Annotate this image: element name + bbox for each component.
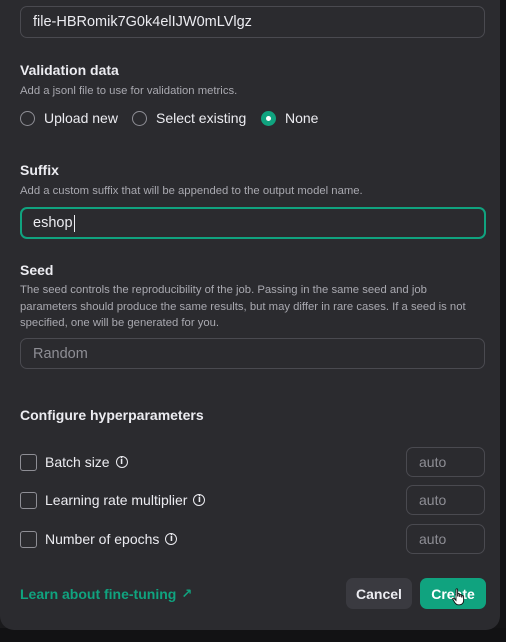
batch-size-label: Batch size	[45, 454, 110, 470]
epochs-checkbox[interactable]	[20, 530, 37, 548]
epochs-value: auto	[419, 531, 447, 547]
radio-label: Upload new	[44, 110, 118, 126]
radio-none[interactable]: None	[261, 110, 318, 126]
training-file-value: file-HBRomik7G0k4elIJW0mLVlgz	[33, 14, 252, 30]
seed-placeholder: Random	[33, 345, 88, 362]
epochs-input[interactable]: auto	[406, 524, 485, 554]
learn-fine-tuning-link[interactable]: Learn about fine-tuning ↗	[20, 586, 192, 602]
fine-tuning-modal: file-HBRomik7G0k4elIJW0mLVlgz Validation…	[0, 0, 500, 630]
radio-select-existing[interactable]: Select existing	[132, 110, 246, 126]
epochs-label: Number of epochs	[45, 531, 160, 547]
batch-size-checkbox[interactable]	[20, 453, 37, 471]
validation-title: Validation data	[20, 62, 119, 78]
hyperparameter-batch-size: Batch size i	[20, 452, 128, 472]
suffix-value: eshop	[33, 215, 73, 231]
external-link-arrow-icon: ↗	[181, 586, 193, 601]
learning-rate-input[interactable]: auto	[406, 485, 485, 515]
suffix-description: Add a custom suffix that will be appende…	[20, 185, 363, 197]
info-icon[interactable]: i	[193, 494, 206, 506]
learning-rate-label: Learning rate multiplier	[45, 492, 188, 508]
info-icon[interactable]: i	[165, 533, 178, 545]
learning-rate-value: auto	[419, 492, 447, 508]
background-bottom	[0, 628, 506, 642]
seed-title: Seed	[20, 262, 54, 278]
radio-upload-new[interactable]: Upload new	[20, 110, 118, 126]
radio-circle-selected	[261, 110, 276, 126]
hyperparameter-epochs: Number of epochs i	[20, 529, 178, 549]
batch-size-value: auto	[419, 454, 447, 470]
suffix-input[interactable]: eshop	[20, 207, 486, 239]
radio-label: None	[285, 110, 319, 126]
radio-circle	[132, 110, 147, 126]
learn-link-label: Learn about fine-tuning	[20, 586, 177, 602]
learning-rate-checkbox[interactable]	[20, 491, 37, 509]
hyperparameter-learning-rate: Learning rate multiplier i	[20, 490, 206, 510]
cancel-button[interactable]: Cancel	[346, 578, 412, 609]
seed-description: The seed controls the reproducibility of…	[20, 284, 466, 329]
radio-circle	[20, 110, 35, 126]
training-file-field[interactable]: file-HBRomik7G0k4elIJW0mLVlgz	[20, 6, 485, 38]
hand-pointer-cursor-icon	[452, 588, 465, 606]
hyperparameters-title: Configure hyperparameters	[20, 407, 204, 423]
validation-description: Add a jsonl file to use for validation m…	[20, 85, 238, 97]
suffix-title: Suffix	[20, 162, 59, 178]
seed-input[interactable]: Random	[20, 338, 485, 369]
text-caret	[73, 214, 75, 232]
radio-label: Select existing	[156, 110, 247, 126]
batch-size-input[interactable]: auto	[406, 447, 485, 477]
info-icon[interactable]: i	[115, 456, 128, 468]
